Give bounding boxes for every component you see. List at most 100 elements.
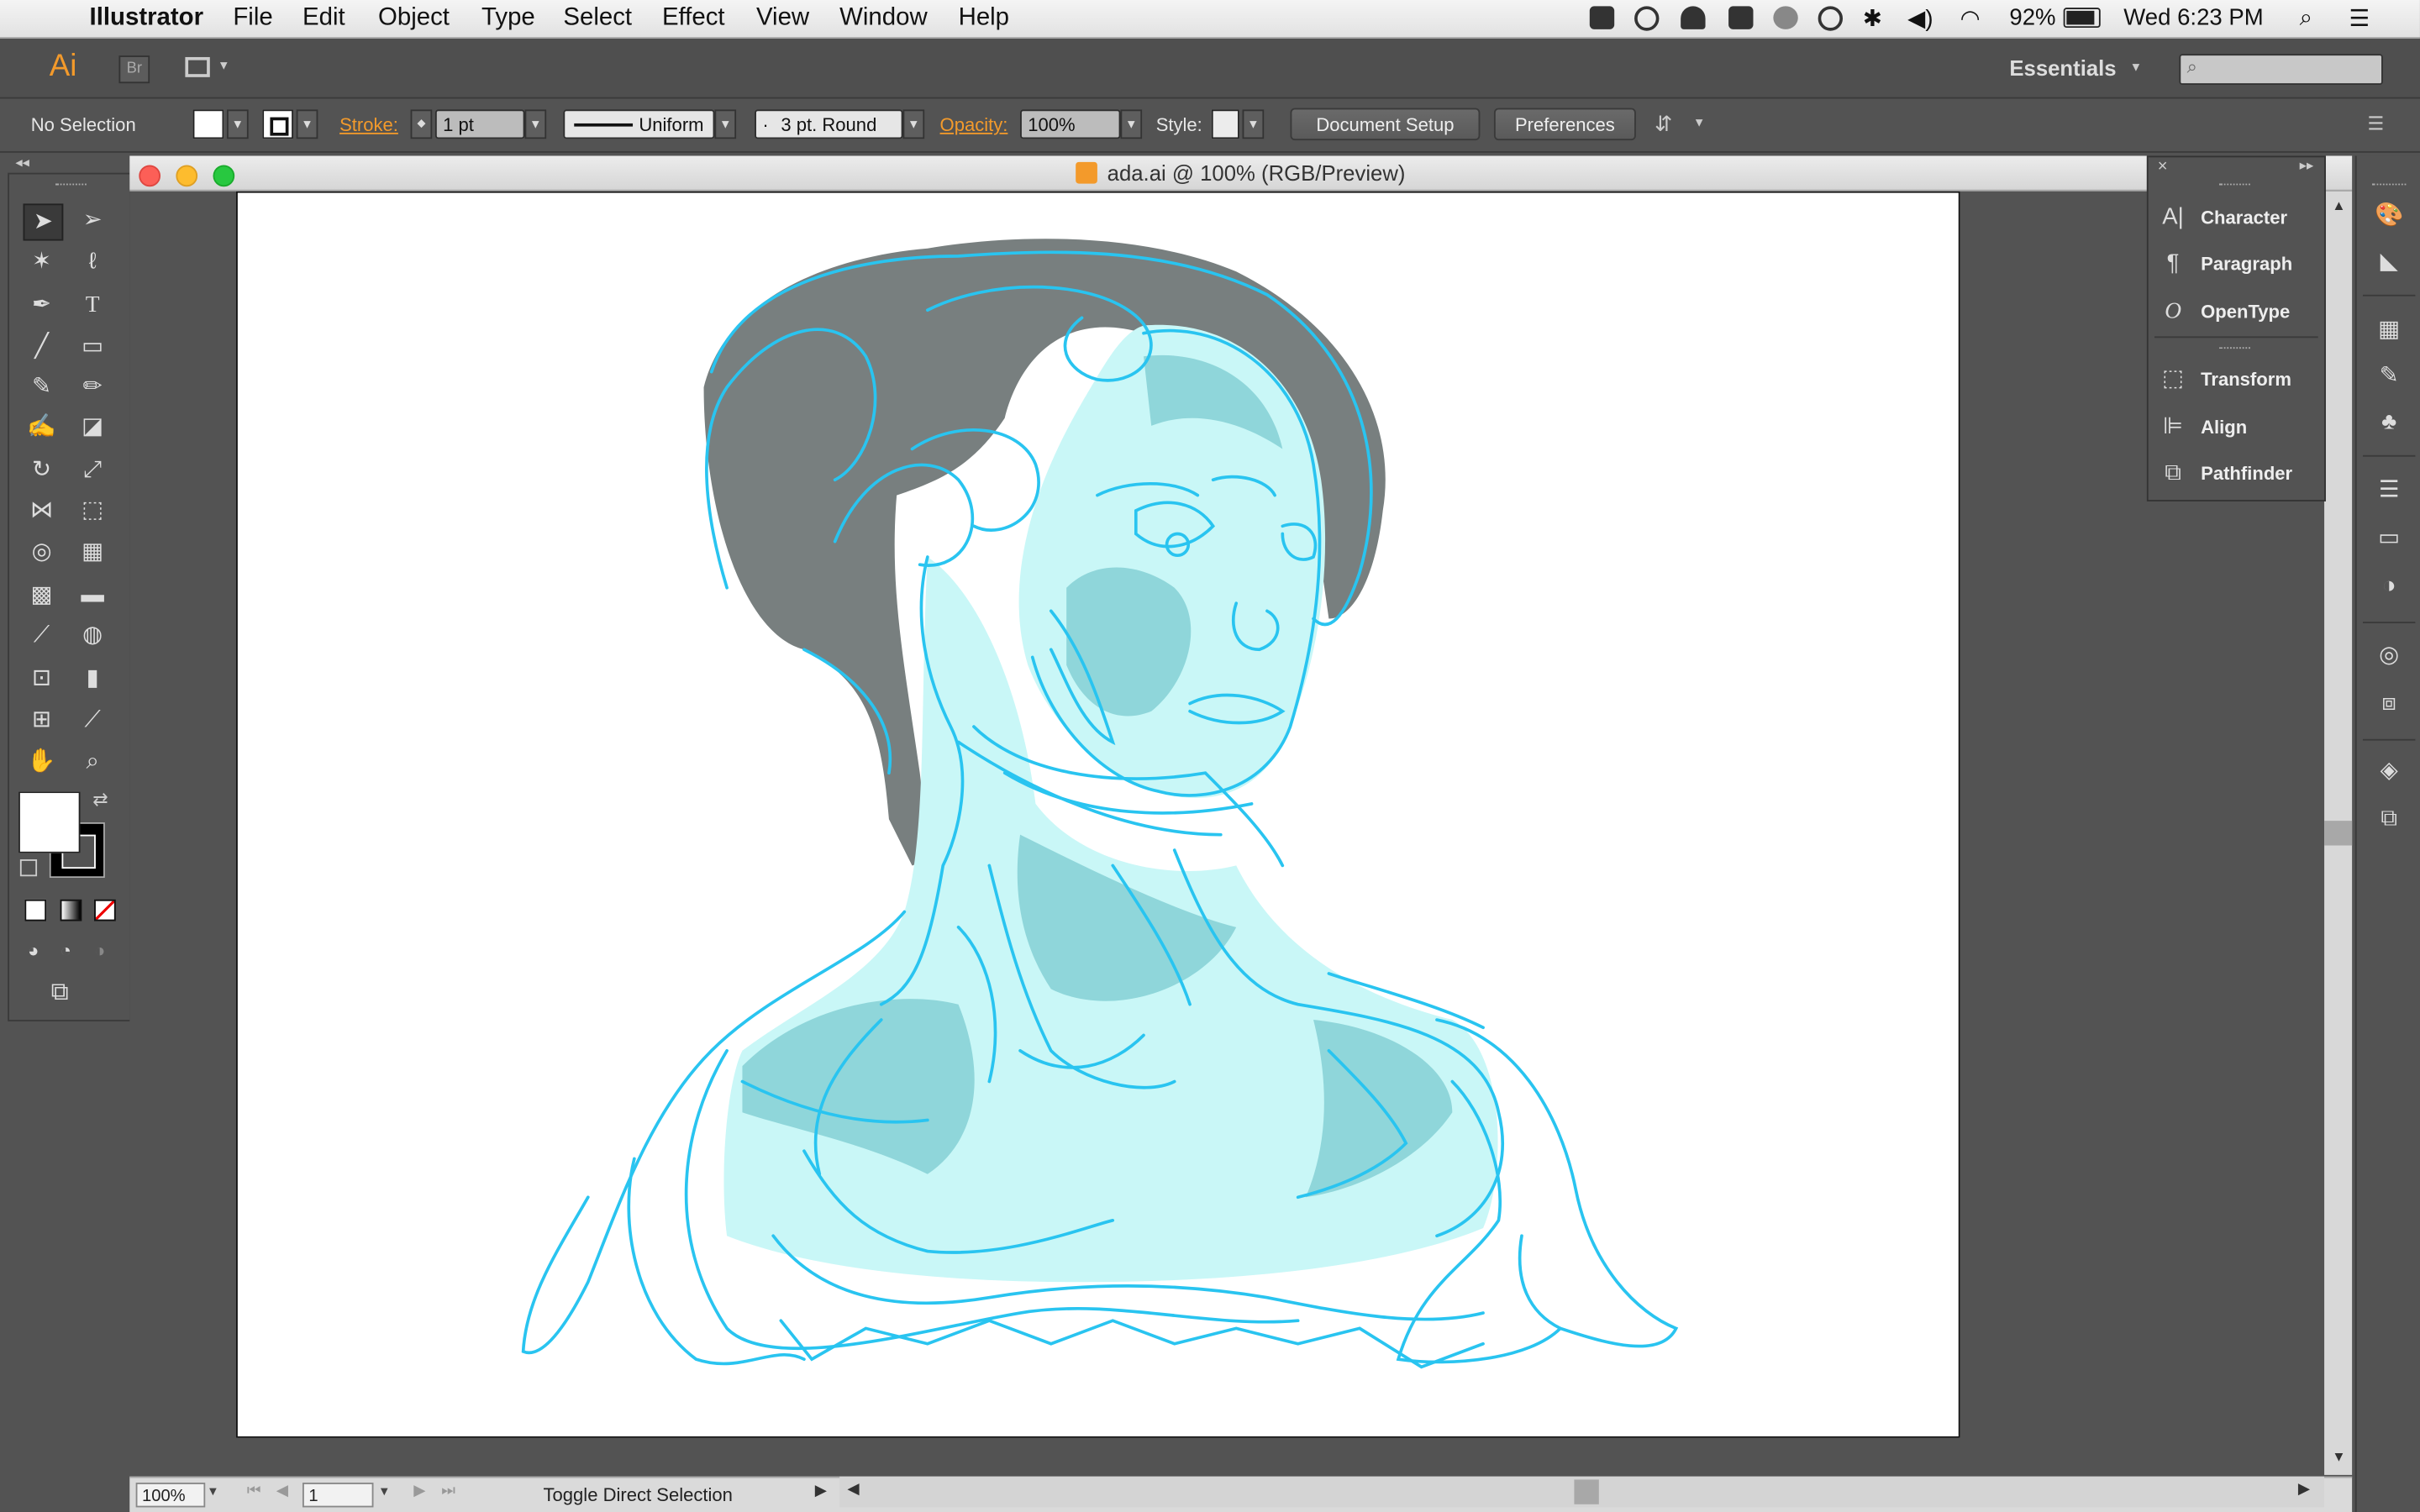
pen-tool-icon[interactable]: ✒ [24,288,60,322]
brushes-panel-icon[interactable]: ✎ [2372,360,2406,393]
panel-item-transform[interactable]: ⬚ Transform [2158,360,2318,400]
color-mode-icon[interactable] [24,899,47,921]
document-setup-button[interactable]: Document Setup [1290,108,1481,141]
blend-tool-icon[interactable]: ◍ [74,619,111,653]
artboard-tool-icon[interactable]: ⊞ [24,704,60,738]
close-panel-icon[interactable]: × [2158,157,2168,176]
profile-dropdown[interactable]: ▼ [714,109,737,139]
panel-item-pathfinder[interactable]: ⧉ Pathfinder [2158,454,2318,494]
screen-mode-icon[interactable]: ⧉ [51,979,69,1007]
volume-icon[interactable]: ◀) [1907,5,1933,32]
arrange-icon[interactable]: ⇵ [1655,111,1673,137]
terminal-icon[interactable] [1589,6,1615,29]
mesh-tool-icon[interactable]: ▩ [24,579,60,612]
scroll-down-icon[interactable]: ▼ [2332,1449,2345,1464]
style-dropdown[interactable]: ▼ [1242,109,1265,139]
opacity-label[interactable]: Opacity: [940,114,1008,136]
horizontal-scrollbar[interactable]: ◀ ▶ [839,1476,2325,1508]
dock-grip[interactable] [2372,183,2407,189]
rectangle-tool-icon[interactable]: ▭ [74,330,111,364]
stroke-swatch[interactable] [262,109,293,139]
eye-icon[interactable] [1818,6,1844,31]
menu-view[interactable]: View [756,5,809,33]
stroke-weight-dropdown[interactable]: ▼ [524,109,547,139]
gradient-panel-icon[interactable]: ▭ [2372,522,2406,555]
stroke-panel-icon[interactable]: ☰ [2372,474,2406,507]
menu-effect[interactable]: Effect [662,5,725,33]
cloud-icon[interactable] [1773,6,1798,29]
bluetooth-icon[interactable]: ✱ [1863,5,1882,32]
swatches-panel-icon[interactable]: ▦ [2372,313,2406,347]
zoom-tool-icon[interactable]: ⌕ [74,745,111,779]
opacity-field[interactable]: 100% [1020,109,1121,139]
status-text[interactable]: Toggle Direct Selection [544,1484,733,1506]
zoom-dropdown-icon[interactable]: ▼ [207,1484,219,1499]
portrait-artwork[interactable] [238,193,1959,1436]
eraser-tool-icon[interactable]: ◪ [74,411,111,444]
arrange-documents-icon[interactable] [185,56,210,77]
last-artboard-icon[interactable]: ⏭ [441,1483,455,1499]
rotate-tool-icon[interactable]: ↻ [24,454,60,487]
battery-icon[interactable] [2063,8,2101,29]
horizontal-scroll-thumb[interactable] [1574,1479,1599,1504]
help-search-input[interactable]: ⌕ [2179,54,2383,86]
artboard-dropdown-icon[interactable]: ▼ [378,1484,391,1499]
spotlight-icon[interactable]: ⌕ [2300,5,2312,31]
panel-item-align[interactable]: ⊫ Align [2158,407,2318,448]
artboard-number-field[interactable]: 1 [302,1483,374,1508]
graphic-styles-panel-icon[interactable]: ⧈ [2372,686,2406,720]
scroll-up-icon[interactable]: ▲ [2332,197,2345,213]
collapse-tools-icon[interactable]: ◂◂ [15,155,29,171]
close-window-button[interactable] [139,165,161,187]
sync-icon[interactable] [1634,6,1660,31]
blob-brush-tool-icon[interactable]: ✍ [24,411,60,444]
control-menu-icon[interactable]: ☰ [2367,113,2384,134]
stroke-weight-field[interactable]: 1 pt [434,109,525,139]
vertical-scrollbar[interactable]: ▲ ▼ [2324,191,2353,1475]
menu-select[interactable]: Select [563,5,632,33]
menu-object[interactable]: Object [378,5,450,33]
selection-tool-icon[interactable]: ➤ [23,203,64,241]
panel-item-character[interactable]: A| Character [2158,197,2318,238]
stroke-label[interactable]: Stroke: [339,114,398,136]
panel-grip[interactable] [55,183,87,189]
panel-grip[interactable] [2219,347,2250,352]
line-tool-icon[interactable]: ╱ [24,330,60,364]
wifi-icon[interactable]: ◠ [1960,5,1981,32]
artboard[interactable] [236,191,1960,1438]
draw-normal-icon[interactable]: ◕ [28,940,39,962]
layers-panel-icon[interactable]: ◈ [2372,754,2406,788]
paintbrush-tool-icon[interactable]: ✎ [24,370,60,404]
width-tool-icon[interactable]: ⋈ [24,494,60,528]
gradient-tool-icon[interactable]: ▬ [74,579,111,612]
bookmark-icon[interactable] [1728,6,1754,29]
chevron-down-icon[interactable]: ▼ [218,59,230,73]
stroke-weight-stepper[interactable]: ◆ [410,109,433,139]
draw-inside-icon[interactable]: ◑ [94,940,105,962]
menu-window[interactable]: Window [839,5,928,33]
color-panel-icon[interactable]: 🎨 [2372,199,2406,233]
bridge-button[interactable]: Br [118,55,150,84]
panel-item-opentype[interactable]: O OpenType [2158,291,2318,332]
fill-dropdown[interactable]: ▼ [226,109,249,139]
menu-help[interactable]: Help [959,5,1009,33]
scroll-left-icon[interactable]: ◀ [847,1481,859,1498]
chevron-down-icon[interactable]: ▼ [2130,60,2143,75]
pencil-tool-icon[interactable]: ✏ [74,370,111,404]
slice-tool-icon[interactable]: ⟋ [74,704,111,738]
scroll-right-icon[interactable]: ▶ [2298,1481,2310,1498]
menu-file[interactable]: File [233,5,272,33]
eyedropper-tool-icon[interactable]: ⟋ [24,619,60,653]
notification-center-icon[interactable]: ☰ [2349,5,2370,32]
magic-wand-tool-icon[interactable]: ✶ [24,245,60,279]
style-swatch[interactable] [1211,109,1239,139]
zoom-level-field[interactable]: 100% [135,1483,206,1508]
menu-type[interactable]: Type [481,5,535,33]
shape-builder-tool-icon[interactable]: ◎ [24,535,60,569]
perspective-grid-tool-icon[interactable]: ▦ [74,535,111,569]
artboards-panel-icon[interactable]: ⧉ [2372,802,2406,836]
transparency-panel-icon[interactable]: ◑ [2372,570,2406,603]
clock[interactable]: Wed 6:23 PM [2123,5,2263,31]
preferences-button[interactable]: Preferences [1493,108,1636,141]
next-artboard-icon[interactable]: ▶ [413,1483,425,1499]
